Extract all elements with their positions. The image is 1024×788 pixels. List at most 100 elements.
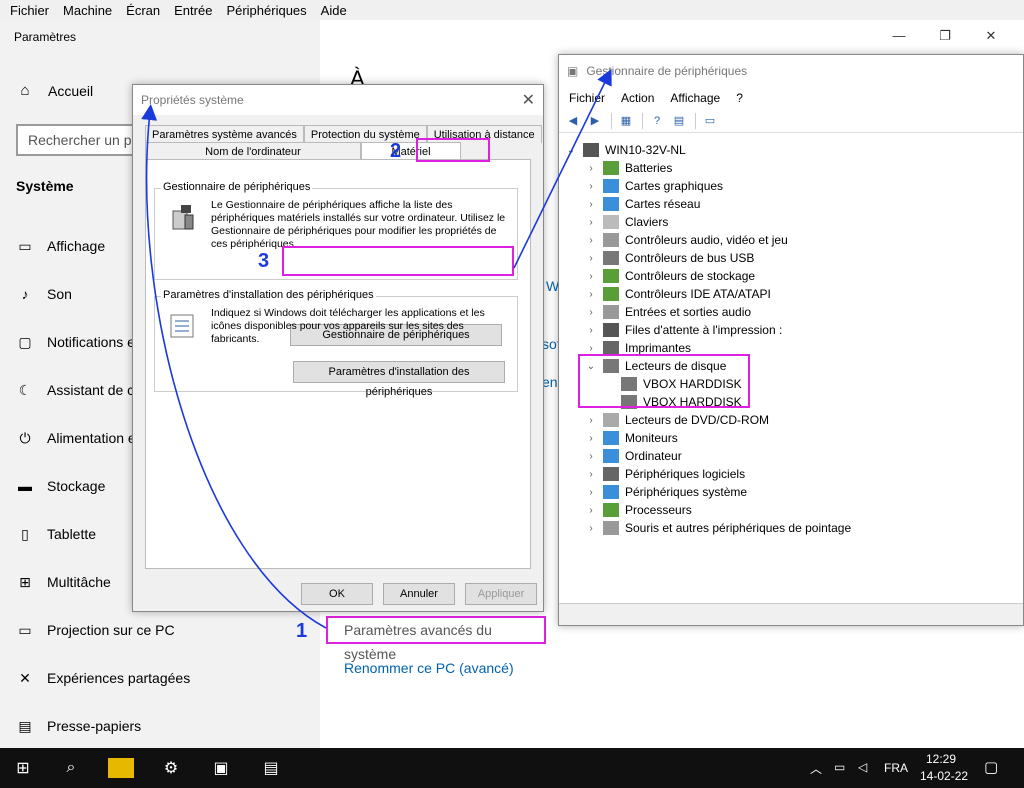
tree-node[interactable]: › Périphériques logiciels bbox=[585, 465, 745, 483]
gear-icon[interactable]: ⚙ bbox=[158, 756, 184, 780]
tree-node[interactable]: › Processeurs bbox=[585, 501, 692, 519]
tree-node[interactable]: › Moniteurs bbox=[585, 429, 678, 447]
tree-label: Cartes réseau bbox=[625, 197, 701, 211]
tree-node[interactable]: › Souris et autres périphériques de point… bbox=[585, 519, 851, 537]
ok-button[interactable]: OK bbox=[301, 583, 373, 605]
taskbar: ⊞ ⌕ ⚙ ▣ ▤ ︿ ▭ ◁ FRA 12:29 14-02-22 ▢ bbox=[0, 748, 1024, 788]
tab-computer-name[interactable]: Nom de l'ordinateur bbox=[145, 142, 361, 160]
chevron-right-icon[interactable]: › bbox=[585, 235, 597, 246]
dm-menu-affichage[interactable]: Affichage bbox=[670, 91, 720, 105]
chevron-right-icon[interactable]: › bbox=[585, 181, 597, 192]
forward-icon[interactable]: ▶ bbox=[585, 112, 605, 130]
advanced-system-settings-link[interactable]: Paramètres avancés du système bbox=[326, 616, 546, 662]
rename-pc-link[interactable]: Renommer ce PC (avancé) bbox=[344, 660, 514, 676]
chevron-right-icon[interactable]: › bbox=[585, 505, 597, 516]
projection-icon: ▭ bbox=[18, 621, 32, 638]
minimize-icon[interactable]: — bbox=[876, 28, 922, 44]
back-icon[interactable]: ◀ bbox=[563, 112, 583, 130]
tree-node[interactable]: › Files d'attente à l'impression : bbox=[585, 321, 782, 339]
network-icon[interactable]: ▭ bbox=[834, 760, 845, 774]
chevron-right-icon[interactable]: › bbox=[585, 523, 597, 534]
sidebar-item-label: Tablette bbox=[47, 526, 97, 542]
tree-node[interactable]: › Ordinateur bbox=[585, 447, 682, 465]
tab-protection[interactable]: Protection du système bbox=[303, 125, 427, 143]
toolbar-separator bbox=[695, 112, 696, 129]
dialog-title: Propriétés système bbox=[141, 93, 244, 107]
cancel-button[interactable]: Annuler bbox=[383, 583, 455, 605]
tree-node[interactable]: › Lecteurs de DVD/CD-ROM bbox=[585, 411, 769, 429]
device-install-settings-button[interactable]: Paramètres d'installation des périphériq… bbox=[293, 361, 505, 398]
chevron-up-icon[interactable]: ︿ bbox=[810, 760, 822, 777]
chevron-right-icon[interactable]: › bbox=[585, 217, 597, 228]
toolbar-separator bbox=[642, 112, 643, 129]
chevron-right-icon[interactable]: › bbox=[585, 325, 597, 336]
chevron-right-icon[interactable]: › bbox=[585, 487, 597, 498]
printer-icon bbox=[603, 341, 619, 355]
properties-icon[interactable]: ▦ bbox=[616, 112, 636, 130]
sidebar-item-experiences[interactable]: ✕ Expériences partagées bbox=[16, 654, 316, 702]
tree-root[interactable]: ⌄ WIN10-32V-NL bbox=[565, 141, 686, 159]
chevron-right-icon[interactable]: › bbox=[585, 289, 597, 300]
file-explorer-icon[interactable] bbox=[108, 758, 134, 778]
maximize-icon[interactable]: ❐ bbox=[922, 28, 968, 44]
vm-menu-aide[interactable]: Aide bbox=[321, 3, 347, 18]
dialog-titlebar: Propriétés système ✕ bbox=[133, 85, 543, 115]
sidebar-item-label: Expériences partagées bbox=[47, 670, 191, 686]
tree-node[interactable]: › Cartes graphiques bbox=[585, 177, 723, 195]
system-properties-icon[interactable]: ▣ bbox=[208, 756, 234, 780]
group-title: Paramètres d'installation des périphériq… bbox=[161, 289, 376, 301]
sidebar-item-projection[interactable]: ▭ Projection sur ce PC bbox=[16, 606, 316, 654]
chevron-right-icon[interactable]: › bbox=[585, 415, 597, 426]
language-indicator[interactable]: FRA bbox=[884, 761, 908, 775]
dm-menu-fichier[interactable]: Fichier bbox=[569, 91, 605, 105]
chevron-right-icon[interactable]: › bbox=[585, 307, 597, 318]
chevron-right-icon[interactable]: › bbox=[585, 199, 597, 210]
sidebar-item-presse-papiers[interactable]: ▤ Presse-papiers bbox=[16, 702, 316, 750]
tree-node[interactable]: › Cartes réseau bbox=[585, 195, 700, 213]
clock-time[interactable]: 12:29 bbox=[926, 752, 956, 766]
tree-label: WIN10-32V-NL bbox=[605, 143, 686, 157]
tab-advanced[interactable]: Paramètres système avancés bbox=[145, 125, 304, 143]
chevron-right-icon[interactable]: › bbox=[585, 433, 597, 444]
notification-icon[interactable]: ▢ bbox=[984, 758, 998, 776]
windows-start-icon[interactable]: ⊞ bbox=[10, 756, 36, 780]
tree-node[interactable]: › Contrôleurs audio, vidéo et jeu bbox=[585, 231, 788, 249]
chevron-right-icon[interactable]: › bbox=[585, 469, 597, 480]
scan-hardware-icon[interactable]: ▭ bbox=[700, 112, 720, 130]
vm-menu-entree[interactable]: Entrée bbox=[174, 3, 212, 18]
nav-home[interactable]: ⌂ Accueil bbox=[16, 82, 93, 99]
chevron-down-icon[interactable]: ⌄ bbox=[565, 145, 577, 156]
chevron-right-icon[interactable]: › bbox=[585, 271, 597, 282]
sidebar-item-label: Stockage bbox=[47, 478, 106, 494]
chevron-right-icon[interactable]: › bbox=[585, 163, 597, 174]
close-icon[interactable]: ✕ bbox=[522, 90, 535, 110]
vm-menu-fichier[interactable]: Fichier bbox=[10, 3, 49, 18]
audio-io-icon bbox=[603, 305, 619, 319]
volume-icon[interactable]: ◁ bbox=[858, 760, 867, 774]
view-icon[interactable]: ▤ bbox=[669, 112, 689, 130]
sidebar-item-label: Alimentation e bbox=[47, 430, 136, 446]
tree-node[interactable]: › Batteries bbox=[585, 159, 672, 177]
search-icon[interactable]: ⌕ bbox=[58, 756, 84, 780]
tree-node[interactable]: › Contrôleurs de stockage bbox=[585, 267, 755, 285]
sidebar-item-label: Projection sur ce PC bbox=[47, 622, 175, 638]
monitor-icon bbox=[603, 431, 619, 445]
vm-menu-machine[interactable]: Machine bbox=[63, 3, 112, 18]
help-icon[interactable]: ? bbox=[647, 112, 667, 130]
vm-menu-ecran[interactable]: Écran bbox=[126, 3, 160, 18]
close-icon[interactable]: ✕ bbox=[968, 28, 1014, 44]
apply-button[interactable]: Appliquer bbox=[465, 583, 537, 605]
chevron-right-icon[interactable]: › bbox=[585, 451, 597, 462]
tree-node[interactable]: › Contrôleurs IDE ATA/ATAPI bbox=[585, 285, 771, 303]
tree-node[interactable]: › Contrôleurs de bus USB bbox=[585, 249, 754, 267]
chevron-right-icon[interactable]: › bbox=[585, 343, 597, 354]
chevron-right-icon[interactable]: › bbox=[585, 253, 597, 264]
dm-menu-action[interactable]: Action bbox=[621, 91, 654, 105]
tree-node[interactable]: › Entrées et sorties audio bbox=[585, 303, 751, 321]
device-manager-icon[interactable]: ▤ bbox=[258, 756, 284, 780]
clock-date[interactable]: 14-02-22 bbox=[920, 769, 968, 783]
dm-menu-help[interactable]: ? bbox=[736, 91, 743, 105]
tree-node[interactable]: › Claviers bbox=[585, 213, 668, 231]
tree-node[interactable]: › Périphériques système bbox=[585, 483, 747, 501]
vm-menu-peripheriques[interactable]: Périphériques bbox=[226, 3, 306, 18]
